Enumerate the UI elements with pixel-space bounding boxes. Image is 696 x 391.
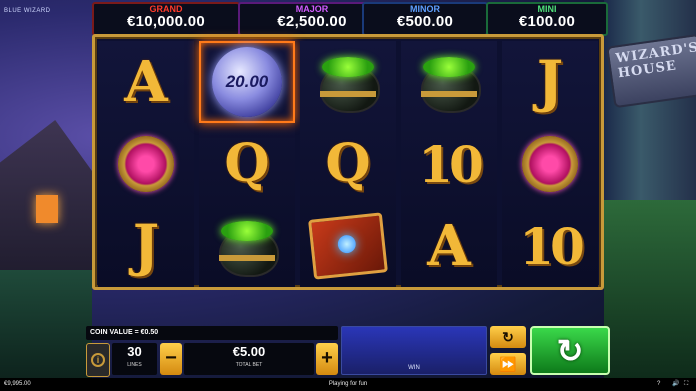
ring-icon bbox=[522, 136, 578, 192]
reel-1: AJ bbox=[98, 41, 194, 287]
reel-5: J 10 bbox=[502, 41, 598, 287]
symbol-cell bbox=[300, 205, 396, 287]
symbol-10: 10 bbox=[519, 216, 585, 276]
fullscreen-icon[interactable]: ⛶ bbox=[684, 378, 688, 391]
cauldron-icon bbox=[215, 215, 279, 277]
reel-2: 20.00 Q bbox=[199, 41, 295, 287]
win-display: WIN bbox=[341, 326, 487, 375]
cauldron-icon bbox=[316, 51, 380, 113]
help-icon[interactable]: ? bbox=[657, 378, 660, 391]
background-grass-right bbox=[604, 200, 696, 380]
symbol-q: Q bbox=[224, 133, 270, 194]
symbol-a: A bbox=[427, 213, 471, 279]
wizard-house-sign: WIZARD'S HOUSE bbox=[606, 33, 696, 109]
jackpot-mini: MINI €100.00 bbox=[486, 2, 608, 36]
jackpot-value: €10,000.00 bbox=[126, 13, 206, 30]
symbol-j: J bbox=[132, 213, 160, 279]
reel-4: 10 A bbox=[401, 41, 497, 287]
symbol-cell bbox=[300, 41, 396, 123]
symbol-cell: J bbox=[502, 41, 598, 123]
background-window bbox=[36, 195, 58, 223]
lines-value: 30 bbox=[127, 344, 142, 359]
reel-3: Q bbox=[300, 41, 396, 287]
turbo-button[interactable]: ⏩ bbox=[490, 353, 526, 375]
sound-icon[interactable]: 🔊 bbox=[672, 378, 679, 391]
spellbook-icon bbox=[308, 212, 388, 280]
symbol-a: A bbox=[124, 49, 168, 115]
symbol-cell: 10 bbox=[502, 205, 598, 287]
lines-label: LINES bbox=[127, 362, 142, 368]
symbol-cell bbox=[502, 123, 598, 205]
orb-bonus-icon: 20.00 bbox=[212, 47, 282, 117]
jackpot-value: €500.00 bbox=[396, 13, 454, 30]
symbol-cell: J bbox=[98, 205, 194, 287]
symbol-q: Q bbox=[325, 133, 371, 194]
spin-icon: ↻ bbox=[556, 332, 584, 369]
info-icon: i bbox=[91, 353, 105, 367]
symbol-j: J bbox=[536, 49, 564, 115]
symbol-cell: A bbox=[401, 205, 497, 287]
autoplay-icon: ↻ bbox=[502, 329, 514, 345]
ring-icon bbox=[118, 136, 174, 192]
background-grass-left bbox=[0, 270, 92, 380]
cauldron-icon bbox=[417, 51, 481, 113]
coin-value-display: COIN VALUE = €0.50 bbox=[86, 326, 338, 340]
total-bet-display: €5.00 TOTAL BET bbox=[184, 343, 314, 375]
jackpot-minor: MINOR €500.00 bbox=[362, 2, 488, 36]
status-bar: €9,995.00 Playing for fun ? 🔊 ⛶ bbox=[0, 378, 696, 391]
symbol-cell: Q bbox=[199, 123, 295, 205]
symbol-10: 10 bbox=[418, 134, 484, 194]
symbol-cell: Q bbox=[300, 123, 396, 205]
jackpot-grand: GRAND €10,000.00 bbox=[92, 2, 240, 36]
total-bet-label: TOTAL BET bbox=[235, 362, 263, 368]
symbol-cell: 20.00 bbox=[199, 41, 295, 123]
symbol-cell: 10 bbox=[401, 123, 497, 205]
game-logo: BLUE WIZARD bbox=[4, 8, 51, 14]
autoplay-button[interactable]: ↻ bbox=[490, 326, 526, 348]
symbol-cell bbox=[199, 205, 295, 287]
symbol-cell bbox=[401, 41, 497, 123]
reel-frame: A J 20.00 Q Q 10 A J 10 bbox=[92, 34, 604, 290]
orb-value: 20.00 bbox=[225, 72, 269, 91]
info-button[interactable]: i bbox=[86, 343, 110, 377]
turbo-icon: ⏩ bbox=[499, 356, 517, 372]
symbol-cell: A bbox=[98, 41, 194, 123]
jackpot-value: €100.00 bbox=[518, 13, 576, 30]
bet-increase-button[interactable]: + bbox=[316, 343, 338, 375]
win-label: WIN bbox=[408, 365, 420, 371]
spin-button[interactable]: ↻ bbox=[530, 326, 610, 375]
lines-display: 30 LINES bbox=[112, 343, 157, 375]
symbol-cell bbox=[98, 123, 194, 205]
total-bet-value: €5.00 bbox=[232, 344, 266, 359]
bet-decrease-button[interactable]: − bbox=[160, 343, 182, 375]
play-mode-text: Playing for fun bbox=[328, 381, 368, 387]
